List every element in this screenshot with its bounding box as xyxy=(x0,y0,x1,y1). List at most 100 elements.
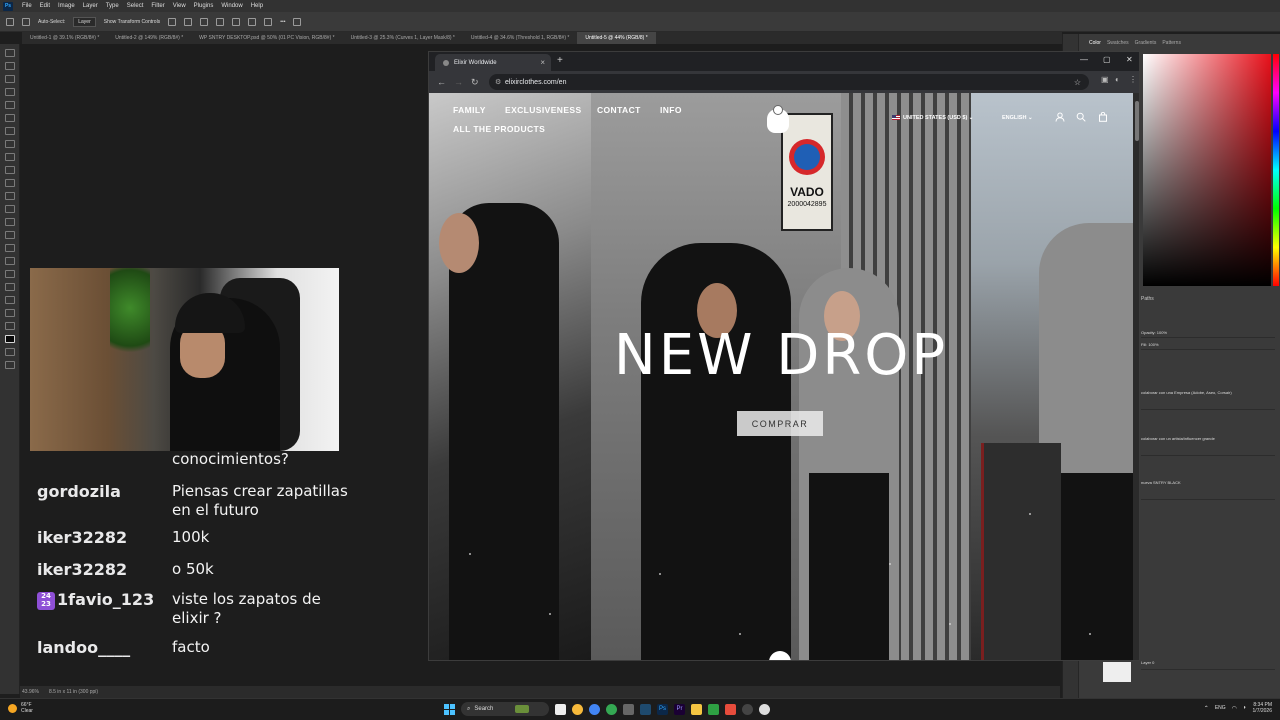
site-info-icon[interactable]: ⚙ xyxy=(495,78,501,86)
doc-tab-3[interactable]: WP SNTRY DESKTOP.psd @ 50% (01 PC Vision… xyxy=(191,32,342,44)
app-icon[interactable] xyxy=(623,703,634,715)
chrome-profile-icon[interactable] xyxy=(589,703,600,715)
tab-swatches[interactable]: Swatches xyxy=(1107,40,1129,46)
nav-all-products[interactable]: ALL THE PRODUCTS xyxy=(453,124,545,134)
align-bottom-icon[interactable] xyxy=(264,17,273,26)
eyedropper-tool-icon[interactable] xyxy=(4,127,15,135)
menu-window[interactable]: Window xyxy=(217,3,246,9)
paths-panel-label[interactable]: Paths xyxy=(1141,296,1154,302)
cart-bag-icon[interactable] xyxy=(1098,112,1108,122)
close-window-icon[interactable]: ✕ xyxy=(1126,55,1133,64)
crop-tool-icon[interactable] xyxy=(4,101,15,109)
fill-control[interactable]: Fill: 100% xyxy=(1141,340,1275,350)
account-icon[interactable] xyxy=(1055,112,1065,122)
browser-tab-active[interactable]: Elixir Worldwide × xyxy=(435,54,551,71)
menu-layer[interactable]: Layer xyxy=(79,3,102,9)
tab-patterns[interactable]: Patterns xyxy=(1162,40,1181,46)
move-tool-icon[interactable] xyxy=(22,17,30,26)
file-explorer-icon[interactable] xyxy=(691,703,702,715)
language-selector[interactable]: ENGLISH ⌄ xyxy=(1002,115,1033,121)
doc-tab-6-active[interactable]: Untitled-5 @ 44% (RGB/8) * xyxy=(577,32,656,44)
clock[interactable]: 8:34 PM 1/7/2026 xyxy=(1253,702,1272,714)
browser-menu-icon[interactable]: ⋮ xyxy=(1129,75,1137,84)
screen-mode-icon[interactable] xyxy=(4,361,15,369)
more-options-icon[interactable]: ••• xyxy=(280,19,285,25)
doc-tab-4[interactable]: Untitled-3 @ 25.3% (Curves 1, Layer Mask… xyxy=(343,32,463,44)
gradient-tool-icon[interactable] xyxy=(4,205,15,213)
close-tab-icon[interactable]: × xyxy=(540,58,545,67)
menu-view[interactable]: View xyxy=(169,3,190,9)
premiere-taskbar-icon[interactable]: Pr xyxy=(674,703,685,715)
search-icon[interactable] xyxy=(1076,112,1086,122)
windows-start-icon[interactable] xyxy=(444,703,455,715)
hand-tool-icon[interactable] xyxy=(4,296,15,304)
app-icon[interactable] xyxy=(725,703,736,715)
reload-icon[interactable]: ↻ xyxy=(471,77,479,88)
magic-wand-tool-icon[interactable] xyxy=(4,88,15,96)
doc-tab-1[interactable]: Untitled-1 @ 39.1% (RGB/8#) * xyxy=(22,32,107,44)
bookmark-star-icon[interactable]: ☆ xyxy=(1074,78,1081,87)
tray-chevron-icon[interactable]: ⌃ xyxy=(1204,705,1209,712)
auto-select-checkbox-label[interactable]: Auto-Select: xyxy=(38,19,65,25)
chrome-icon[interactable] xyxy=(572,703,583,715)
eraser-tool-icon[interactable] xyxy=(4,192,15,200)
browser-scrollbar[interactable] xyxy=(1133,93,1139,660)
back-icon[interactable]: ← xyxy=(437,77,446,87)
profile-icon[interactable]: ◐ xyxy=(1115,75,1120,84)
zoom-level[interactable]: 43.96% xyxy=(22,689,39,695)
obs-icon[interactable] xyxy=(742,703,753,715)
extensions-icon[interactable]: ▣ xyxy=(1101,75,1109,84)
doc-tab-5[interactable]: Untitled-4 @ 34.6% (Threshold 1, RGB/8#)… xyxy=(463,32,577,44)
lasso-tool-icon[interactable] xyxy=(4,75,15,83)
menu-help[interactable]: Help xyxy=(247,3,267,9)
auto-select-dropdown[interactable]: Layer xyxy=(73,16,96,27)
tab-gradients[interactable]: Gradients xyxy=(1135,40,1157,46)
color-picker-field[interactable] xyxy=(1143,54,1271,286)
media-play-icon[interactable] xyxy=(759,703,770,715)
layer-row[interactable]: colaborar con un artista/influencer gran… xyxy=(1141,434,1275,456)
blur-tool-icon[interactable] xyxy=(4,218,15,226)
brush-tool-icon[interactable] xyxy=(4,153,15,161)
quick-mask-icon[interactable] xyxy=(4,348,15,356)
menu-select[interactable]: Select xyxy=(123,3,148,9)
align-right-icon[interactable] xyxy=(200,17,209,26)
align-top-icon[interactable] xyxy=(232,17,241,26)
opacity-control[interactable]: Opacity: 100% xyxy=(1141,328,1275,338)
elixir-logo-icon[interactable] xyxy=(767,105,789,133)
menu-filter[interactable]: Filter xyxy=(147,3,168,9)
tab-color[interactable]: Color xyxy=(1089,40,1101,46)
transform-controls-checkbox[interactable]: Show Transform Controls xyxy=(104,19,160,25)
menu-type[interactable]: Type xyxy=(102,3,123,9)
app-icon[interactable] xyxy=(640,703,651,715)
app-icon[interactable] xyxy=(708,703,719,715)
menu-image[interactable]: Image xyxy=(54,3,79,9)
align-middle-icon[interactable] xyxy=(248,17,257,26)
stamp-tool-icon[interactable] xyxy=(4,166,15,174)
layer-row[interactable]: nueva SNTRY BLACK xyxy=(1141,478,1275,500)
new-tab-icon[interactable]: + xyxy=(557,55,563,66)
address-bar[interactable]: ⚙ elixirclothes.com/en ☆ xyxy=(489,74,1089,90)
hue-slider[interactable] xyxy=(1273,54,1279,286)
more-tools-icon[interactable] xyxy=(4,322,15,330)
weather-widget[interactable]: 66°F Clear xyxy=(8,702,33,714)
zoom-tool-icon[interactable] xyxy=(4,309,15,317)
nav-exclusiveness[interactable]: EXCLUSIVENESS xyxy=(505,105,582,115)
home-icon[interactable] xyxy=(6,17,14,26)
menu-file[interactable]: File xyxy=(18,3,36,9)
type-tool-icon[interactable] xyxy=(4,257,15,265)
photoshop-taskbar-icon[interactable]: Ps xyxy=(657,703,668,715)
dodge-tool-icon[interactable] xyxy=(4,231,15,239)
nav-info[interactable]: INFO xyxy=(660,105,682,115)
path-select-tool-icon[interactable] xyxy=(4,270,15,278)
region-selector[interactable]: UNITED STATES (USD $) ⌄ xyxy=(892,115,973,121)
task-view-icon[interactable] xyxy=(555,703,566,715)
menu-plugins[interactable]: Plugins xyxy=(190,3,218,9)
pen-tool-icon[interactable] xyxy=(4,244,15,252)
frame-tool-icon[interactable] xyxy=(4,114,15,122)
settings-gear-icon[interactable] xyxy=(293,17,302,26)
distribute-icon[interactable] xyxy=(216,17,225,26)
shape-tool-icon[interactable] xyxy=(4,283,15,291)
forward-icon[interactable]: → xyxy=(454,77,463,87)
volume-icon[interactable]: ◗ xyxy=(1243,705,1247,711)
scrollbar-thumb[interactable] xyxy=(1135,101,1139,141)
